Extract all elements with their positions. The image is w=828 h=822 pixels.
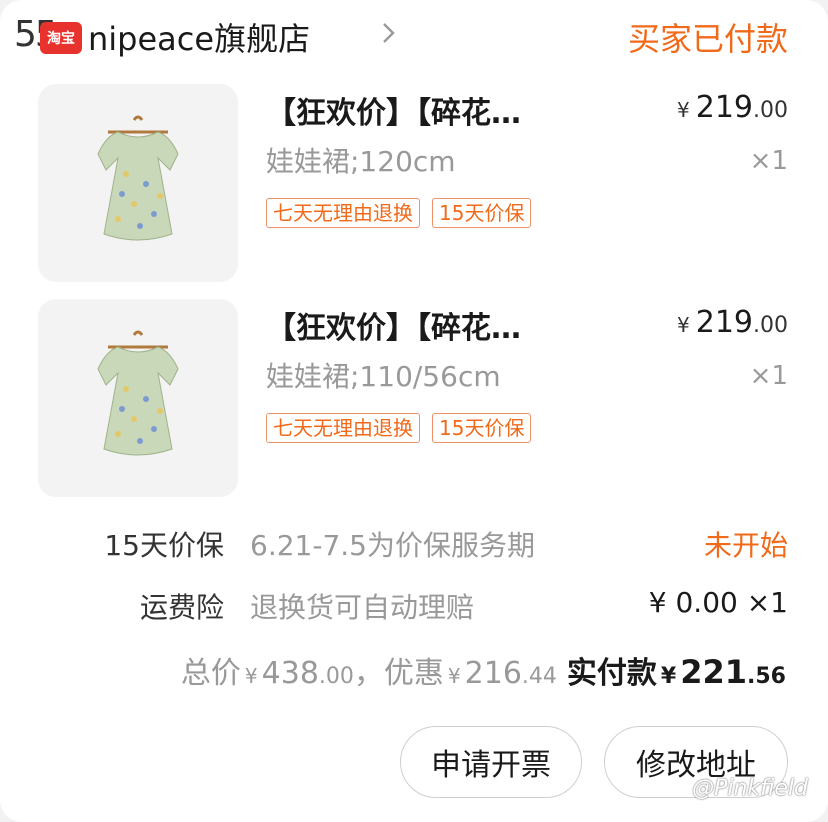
service-desc: 6.21-7.5为价保服务期 bbox=[250, 529, 535, 562]
product-title[interactable]: 【狂欢价】【碎花… bbox=[266, 88, 521, 132]
total-label: 总价 bbox=[180, 656, 241, 691]
product-title[interactable]: 【狂欢价】【碎花… bbox=[266, 303, 521, 347]
chevron-right-icon[interactable] bbox=[380, 20, 398, 46]
order-item[interactable]: 【狂欢价】【碎花… 娃娃裙;110/56cm 七天无理由退换 15天价保 ¥21… bbox=[0, 299, 828, 499]
store-name-link[interactable]: nipeace旗舰店 bbox=[88, 14, 310, 60]
shipping-insurance-row[interactable]: 运费险 退换货可自动理赔 ¥ 0.00 ×1 bbox=[0, 580, 828, 630]
taobao-badge-icon: 淘宝 bbox=[40, 22, 82, 54]
product-quantity: ×1 bbox=[749, 146, 788, 176]
paid-integer: 221 bbox=[680, 653, 748, 691]
total-integer: 438 bbox=[261, 656, 319, 691]
service-desc: 退换货可自动理赔 bbox=[250, 591, 475, 624]
discount-label: 优惠 bbox=[383, 656, 444, 691]
discount-decimal: .44 bbox=[521, 664, 557, 689]
service-tags: 七天无理由退换 15天价保 bbox=[266, 413, 532, 443]
product-quantity: ×1 bbox=[749, 361, 788, 391]
tag-price-protect: 15天价保 bbox=[432, 413, 532, 443]
price-integer: 219 bbox=[695, 305, 753, 340]
discount-integer: 216 bbox=[464, 656, 522, 691]
service-label: 15天价保 bbox=[104, 529, 224, 562]
price-integer: 219 bbox=[695, 90, 753, 125]
total-decimal: .00 bbox=[318, 664, 354, 689]
order-item[interactable]: 【狂欢价】【碎花… 娃娃裙;120cm 七天无理由退换 15天价保 ¥219.0… bbox=[0, 84, 828, 284]
product-spec: 娃娃裙;110/56cm bbox=[266, 360, 501, 393]
service-label: 运费险 bbox=[139, 591, 224, 624]
discount-currency: ¥ bbox=[447, 664, 461, 688]
service-value: ¥ 0.00 ×1 bbox=[648, 586, 788, 619]
request-invoice-button[interactable]: 申请开票 bbox=[400, 726, 582, 798]
paid-decimal: .56 bbox=[747, 664, 786, 689]
tag-price-protect: 15天价保 bbox=[432, 198, 532, 228]
price-protect-row[interactable]: 15天价保 6.21-7.5为价保服务期 未开始 bbox=[0, 518, 828, 568]
product-spec: 娃娃裙;120cm bbox=[266, 145, 456, 178]
price-decimal: .00 bbox=[753, 98, 788, 123]
order-totals: 总价 ¥ 438 .00 ， 优惠 ¥ 216 .44 实付款 ¥ 221 .5… bbox=[181, 648, 786, 692]
order-card: 55 淘宝 nipeace旗舰店 买家已付款 【狂欢价】【碎花… 娃娃裙;120… bbox=[0, 0, 828, 822]
service-tags: 七天无理由退换 15天价保 bbox=[266, 198, 532, 228]
store-header: 55 淘宝 nipeace旗舰店 买家已付款 bbox=[0, 0, 828, 72]
product-image[interactable] bbox=[38, 84, 238, 282]
price-currency: ¥ bbox=[677, 313, 690, 337]
price-decimal: .00 bbox=[753, 313, 788, 338]
paid-label: 实付款 bbox=[566, 656, 657, 691]
service-status: 未开始 bbox=[703, 529, 788, 562]
totals-separator: ， bbox=[353, 656, 384, 691]
watermark-text: @Pinkfield bbox=[692, 776, 808, 801]
paid-currency: ¥ bbox=[660, 664, 677, 689]
product-price: ¥219.00 bbox=[677, 305, 788, 340]
order-status: 买家已付款 bbox=[627, 20, 788, 58]
tag-return: 七天无理由退换 bbox=[266, 413, 420, 443]
tag-return: 七天无理由退换 bbox=[266, 198, 420, 228]
product-price: ¥219.00 bbox=[677, 90, 788, 125]
total-currency: ¥ bbox=[244, 664, 258, 688]
product-image[interactable] bbox=[38, 299, 238, 497]
price-currency: ¥ bbox=[677, 98, 690, 122]
